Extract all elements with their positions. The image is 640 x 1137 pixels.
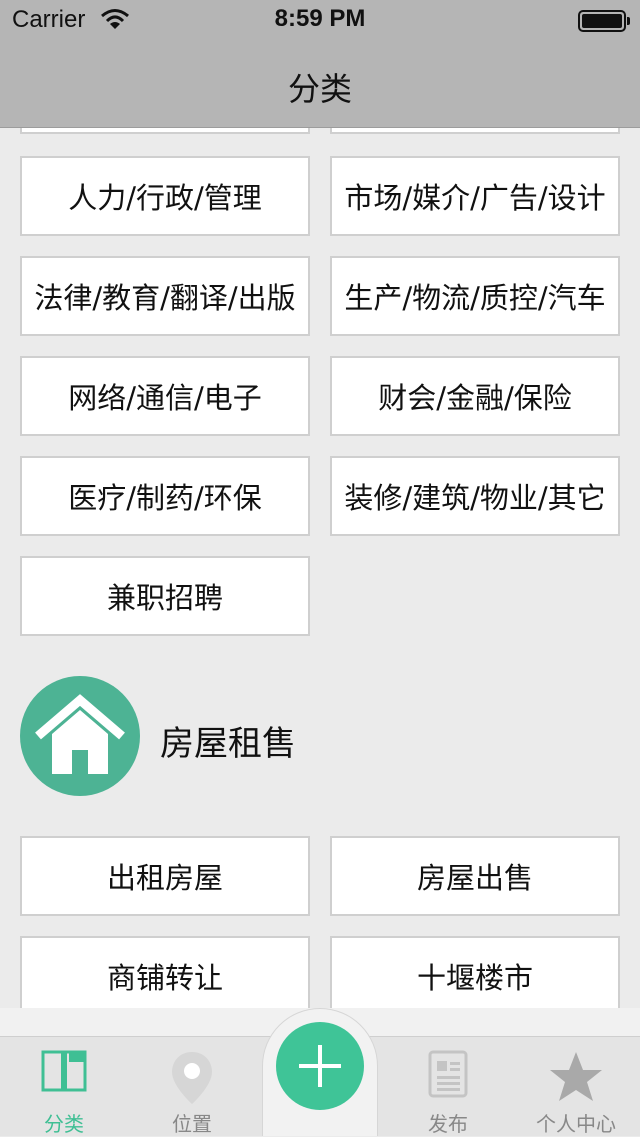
tab-bar: 分类 位置 发布 个人中心 xyxy=(0,1008,640,1136)
house-icon xyxy=(20,676,140,796)
category-tile-finance[interactable]: 财会/金融/保险 xyxy=(330,356,620,436)
tab-publish[interactable]: 发布 xyxy=(384,1036,512,1136)
category-tile-rent[interactable]: 出租房屋 xyxy=(20,836,310,916)
add-button[interactable] xyxy=(276,1022,364,1110)
category-tile-part-time[interactable]: 兼职招聘 xyxy=(20,556,310,636)
location-pin-icon xyxy=(128,1050,256,1106)
tab-profile[interactable]: 个人中心 xyxy=(512,1036,640,1136)
tab-label: 个人中心 xyxy=(536,1112,616,1136)
status-bar: Carrier 8:59 PM xyxy=(0,0,640,40)
category-tile-production-logistics[interactable]: 生产/物流/质控/汽车 xyxy=(330,256,620,336)
tab-category[interactable]: 分类 xyxy=(0,1036,128,1136)
category-tile-legal-education[interactable]: 法律/教育/翻译/出版 xyxy=(20,256,310,336)
category-tile-shop-transfer[interactable]: 商铺转让 xyxy=(20,936,310,1008)
page-title: 分类 xyxy=(287,70,352,108)
tab-label: 分类 xyxy=(44,1112,84,1136)
star-icon xyxy=(512,1050,640,1106)
category-tile-hr-admin[interactable]: 人力/行政/管理 xyxy=(20,156,310,236)
document-icon xyxy=(384,1050,512,1106)
category-tile-network-telecom[interactable]: 网络/通信/电子 xyxy=(20,356,310,436)
tab-label: 发布 xyxy=(428,1112,468,1136)
section-title-housing: 房屋租售 xyxy=(160,724,296,764)
category-tile-partial[interactable] xyxy=(20,128,310,134)
battery-icon xyxy=(578,10,630,32)
status-time: 8:59 PM xyxy=(274,5,366,32)
category-tile-marketing[interactable]: 市场/媒介/广告/设计 xyxy=(330,156,620,236)
category-tile-partial[interactable] xyxy=(330,128,620,134)
category-list[interactable]: 人力/行政/管理 市场/媒介/广告/设计 法律/教育/翻译/出版 生产/物流/质… xyxy=(0,128,640,1008)
category-tile-construction[interactable]: 装修/建筑/物业/其它 xyxy=(330,456,620,536)
tab-location[interactable]: 位置 xyxy=(128,1036,256,1136)
book-icon xyxy=(0,1050,128,1106)
category-tile-medical[interactable]: 医疗/制药/环保 xyxy=(20,456,310,536)
category-tile-property-market[interactable]: 十堰楼市 xyxy=(330,936,620,1008)
category-tile-sale[interactable]: 房屋出售 xyxy=(330,836,620,916)
tab-label: 位置 xyxy=(172,1112,212,1136)
navigation-bar: 分类 xyxy=(0,40,640,128)
